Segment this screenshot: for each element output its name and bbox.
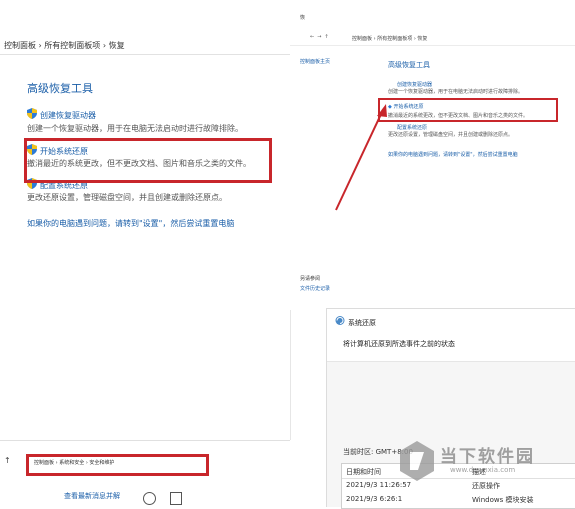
watermark: 当下软件园 www.downxia.com [398,440,573,490]
see-also-label: 另请参阅 [300,276,321,282]
breadcrumb-item[interactable]: 控制面板 [352,36,372,42]
up-arrow-icon[interactable]: ↑ [4,456,11,465]
bottom-panel: ↑ 控制面板 › 系统和安全 › 安全和维护 查看最新消息并解 [0,440,290,507]
breadcrumb-item[interactable]: 恢复 [109,41,125,50]
breadcrumb-divider [290,45,575,46]
breadcrumb: 控制面板 › 所有控制面板项 › 恢复 [4,40,125,51]
breadcrumb: 控制面板 › 所有控制面板项 › 恢复 [352,35,427,42]
breadcrumb-item[interactable]: 恢复 [417,36,427,42]
pointer-arrow [335,104,387,211]
dialog-title: 系统还原 [335,315,376,328]
breadcrumb-item[interactable]: 控制面板 [4,41,36,50]
circle-icon [143,492,156,505]
dialog-subtitle: 将计算机还原到所选事件之前的状态 [343,340,455,348]
up-arrow-icon[interactable]: ↑ [324,34,331,40]
create-recovery-drive-label: 创建恢复驱动器 [40,111,96,120]
nav-buttons: ←→↑ [310,34,332,40]
highlight-box [378,98,558,122]
shield-icon [27,108,37,119]
col-date-header[interactable]: 日期和时间 [346,467,381,477]
breadcrumb-item[interactable]: 所有控制面板项 [44,41,100,50]
configure-system-restore-desc: 更改还原设置，管理磁盘空间，并且创建或删除还原点。 [27,193,227,202]
configure-system-restore-desc: 更改还原设置，管理磁盘空间，并且创建或删除还原点。 [388,132,514,138]
page-title: 高级恢复工具 [388,61,430,69]
dialog-title-label: 系统还原 [348,319,376,327]
left-recovery-panel: 控制面板 › 所有控制面板项 › 恢复 高级恢复工具 创建恢复驱动器 创建一个恢… [0,0,291,440]
create-recovery-drive-link[interactable]: 创建恢复驱动器 [397,81,432,88]
window-title: 恢 [300,15,306,21]
row-desc: Windows 模块安装 [472,496,534,504]
control-panel-home-link[interactable]: 控制面板主页 [300,58,330,65]
watermark-url: www.downxia.com [450,466,516,474]
breadcrumb-item[interactable]: 所有控制面板项 [377,36,412,42]
security-messages-link[interactable]: 查看最新消息并解 [64,491,120,501]
square-icon [170,492,182,505]
configure-system-restore-link[interactable]: 配置系统还原 [397,124,427,131]
create-recovery-drive-link[interactable]: 创建恢复驱动器 [27,108,96,121]
breadcrumb-divider [0,54,290,55]
highlight-box [24,138,272,183]
watermark-logo [400,441,434,481]
reset-pc-link[interactable]: 如果你的电脑遇到问题，请转到"设置"，然后尝试重置电脑 [27,218,234,229]
system-restore-icon [335,316,345,325]
page-title: 高级恢复工具 [27,82,93,95]
highlight-box [26,454,209,476]
row-date: 2021/9/3 6:26:1 [346,495,403,503]
file-history-link[interactable]: 文件历史记录 [300,285,330,292]
table-row[interactable]: 2021/9/3 6:26:1 Windows 模块安装 [346,495,575,506]
create-recovery-drive-desc: 创建一个恢复驱动器，用于在电脑无法启动时进行故障排除。 [388,89,524,95]
watermark-name: 当下软件园 [440,447,535,467]
create-recovery-drive-desc: 创建一个恢复驱动器，用于在电脑无法启动时进行故障排除。 [27,124,243,133]
reset-pc-link[interactable]: 如果你的电脑遇到问题，请转到"设置"，然后尝试重置电脑 [388,151,518,158]
